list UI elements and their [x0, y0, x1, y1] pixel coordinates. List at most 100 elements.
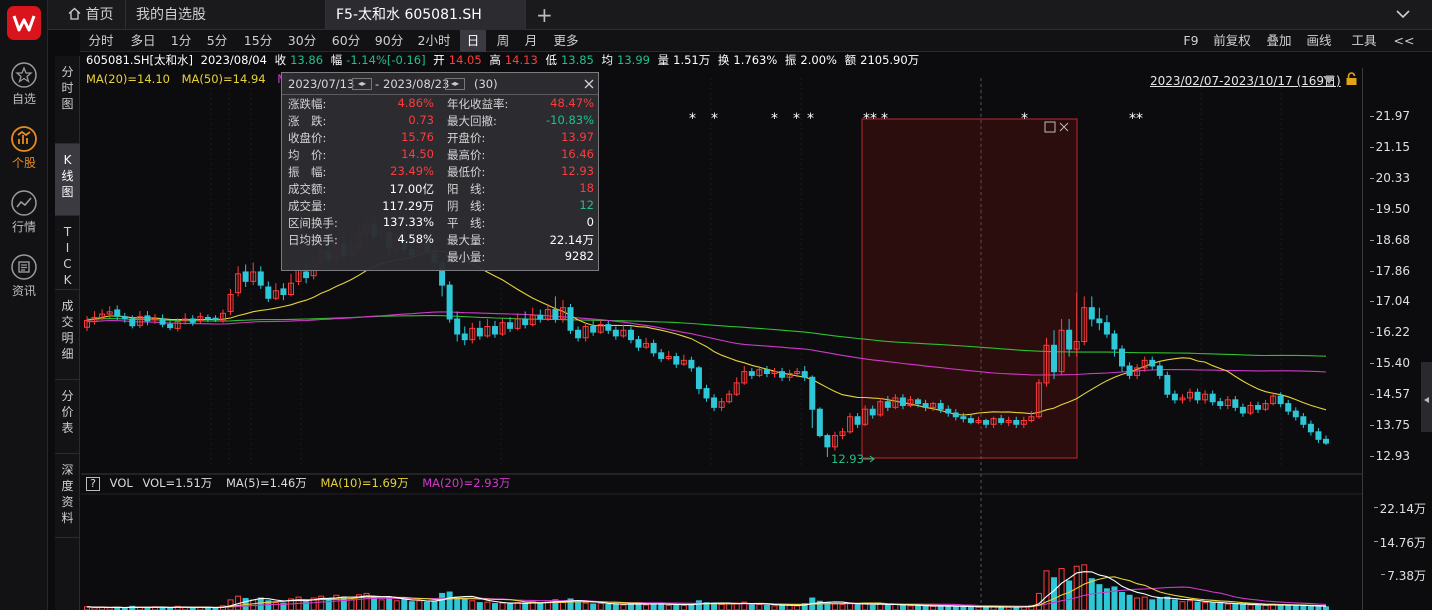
volume-bar [1164, 596, 1171, 610]
candle-body [242, 271, 249, 282]
side-tab-2[interactable]: TICK [55, 216, 80, 290]
candle-body [1232, 399, 1239, 408]
help-icon[interactable]: ? [86, 477, 100, 491]
candle-body [212, 317, 219, 321]
end-date-stepper[interactable]: ◂▸ [445, 78, 465, 90]
volume-bar [763, 604, 770, 610]
candle-body [703, 388, 710, 399]
volume-bar [877, 603, 884, 610]
stat-label: 阳 线: [447, 182, 486, 196]
volume-bar [250, 599, 257, 610]
stat-label: 最小量: [447, 250, 486, 264]
volume-bar [537, 603, 544, 610]
stat-value: 15.76 [401, 130, 434, 144]
side-tab-1[interactable]: K线图 [55, 144, 80, 216]
period-1[interactable]: 多日 [124, 30, 162, 52]
axis-scroll-handle[interactable] [1421, 362, 1432, 432]
close-icon[interactable] [584, 79, 594, 89]
volume-bar [408, 601, 415, 610]
side-tab-char: 明 [61, 331, 74, 345]
side-tab-5[interactable]: 深度资料 [55, 454, 80, 538]
price-tick: 16.22 [1369, 325, 1410, 340]
stat-label: 阴 线: [447, 199, 486, 213]
side-tab-3[interactable]: 成交明细 [55, 290, 80, 380]
candle-body [688, 359, 695, 369]
side-tab-char: 资 [61, 495, 74, 509]
period-5[interactable]: 30分 [282, 30, 322, 52]
interval-start-date[interactable]: 2023/07/13 [288, 73, 354, 95]
side-tab-char: 价 [61, 405, 74, 419]
candle-body [605, 324, 612, 331]
period-11[interactable]: 月 [518, 30, 544, 52]
interval-end-date[interactable]: 2023/08/23 [383, 73, 449, 95]
volume-bar [922, 605, 929, 610]
star-mark: * [793, 111, 800, 127]
period-10[interactable]: 周 [490, 30, 516, 52]
tool-0[interactable]: F9 [1178, 30, 1204, 52]
candle-body [998, 418, 1005, 423]
candle-body [280, 288, 287, 296]
volume-bar [1262, 604, 1269, 610]
period-4[interactable]: 15分 [238, 30, 278, 52]
candle-body [552, 309, 559, 320]
period-7[interactable]: 90分 [370, 30, 408, 52]
chevron-down-icon[interactable] [1396, 9, 1410, 19]
tool-2[interactable]: 叠加 [1262, 30, 1296, 52]
stat-value: 23.49% [390, 164, 434, 178]
tool-4[interactable]: 工具 [1347, 30, 1381, 52]
sidebar-item-label: 行情 [11, 220, 36, 234]
candle-body [507, 322, 514, 329]
ma50-line [86, 311, 1327, 376]
tool-1[interactable]: 前复权 [1210, 30, 1254, 52]
volume-bar [1285, 604, 1292, 610]
sidebar-item-label: 资讯 [11, 284, 36, 298]
stat-label: 区间换手: [288, 216, 338, 230]
candle-body [1194, 391, 1201, 401]
period-0[interactable]: 分时 [82, 30, 120, 52]
sidebar-item-stock[interactable]: 个股 [0, 126, 48, 186]
candle-body [1066, 329, 1073, 350]
stat-label: 振 幅: [288, 165, 327, 179]
sidebar-item-news[interactable]: 资讯 [0, 254, 48, 314]
candle-body [114, 309, 121, 317]
tab-watchlist[interactable]: 我的自选股 [126, 0, 326, 30]
volume-bar [499, 602, 506, 610]
lock-icon[interactable] [1345, 72, 1358, 86]
volume-bar [718, 603, 725, 610]
stat-value: 12 [579, 198, 594, 212]
logo[interactable] [7, 6, 41, 40]
candle-body [522, 318, 529, 326]
sidebar-item-label: 个股 [11, 156, 36, 170]
start-date-stepper[interactable]: ◂▸ [352, 78, 372, 90]
logo-w-icon [12, 15, 36, 32]
candle-body [1149, 359, 1156, 367]
stock-chart-icon [11, 126, 37, 152]
add-tab-button[interactable]: + [526, 0, 560, 30]
volume-bar [1232, 603, 1239, 610]
volume-bar [575, 601, 582, 610]
volume-bar [257, 597, 264, 610]
tool-3[interactable]: 画线 [1302, 30, 1336, 52]
stat-label: 涨 跌: [288, 114, 327, 128]
stat-value: 13.97 [561, 130, 594, 144]
period-9[interactable]: 日 [460, 30, 486, 52]
period-8[interactable]: 2小时 [412, 30, 456, 52]
side-tab-0[interactable]: 分时图 [55, 56, 80, 144]
kline-chart[interactable]: * * * * * ** * * **12.93 [81, 68, 1362, 610]
date-range-label[interactable]: 2023/02/07-2023/10/17 (169日) [1150, 72, 1341, 89]
candle-body [960, 416, 967, 420]
period-12[interactable]: 更多 [548, 30, 584, 52]
period-3[interactable]: 5分 [200, 30, 234, 52]
period-6[interactable]: 60分 [326, 30, 366, 52]
tab-home[interactable]: 首页 [58, 0, 126, 30]
star-mark: * [771, 111, 778, 127]
tab-stock[interactable]: F5-太和水 605081.SH [326, 0, 526, 30]
volume-bar [1096, 584, 1103, 610]
period-2[interactable]: 1分 [165, 30, 197, 52]
side-tab-4[interactable]: 分价表 [55, 380, 80, 454]
sidebar-item-watchlist[interactable]: 自选 [0, 62, 48, 122]
sidebar-item-market[interactable]: 行情 [0, 190, 48, 250]
tool-5[interactable]: << [1390, 30, 1418, 52]
star-mark: * [689, 111, 696, 127]
range-dropdown-icon[interactable] [1322, 75, 1336, 85]
